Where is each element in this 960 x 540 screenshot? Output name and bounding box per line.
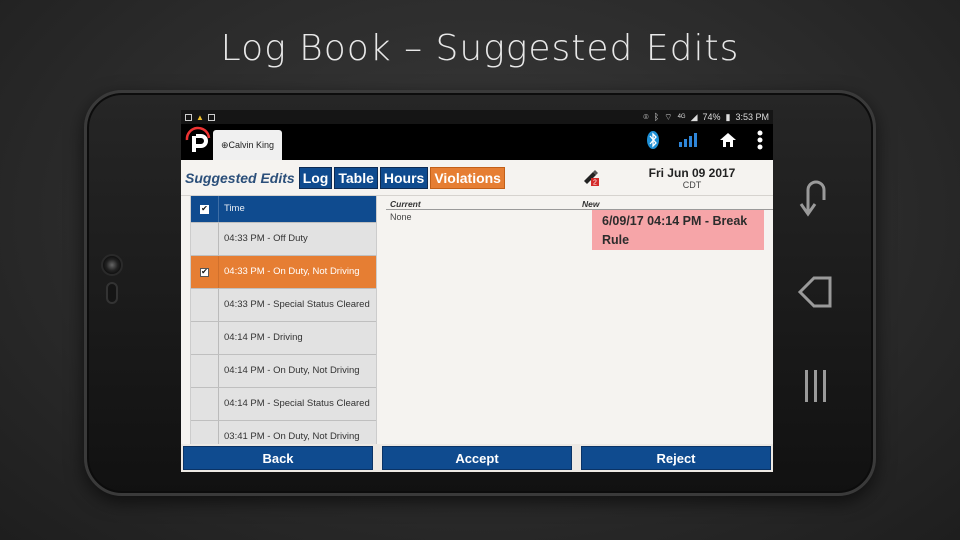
list-header-label: Time	[224, 203, 245, 214]
warning-icon: ▲	[196, 112, 204, 122]
status-bar: ▲ ⌾ ᛒ ⌔ 4G ◢ 74% ▮ 3:53 PM	[181, 110, 773, 124]
table-button[interactable]: Table	[334, 166, 378, 189]
list-item-label: 04:33 PM - Special Status Cleared	[224, 299, 370, 310]
bluetooth-icon[interactable]	[647, 131, 659, 154]
clock: 3:53 PM	[735, 112, 769, 122]
list-item-label: 04:14 PM - On Duty, Not Driving	[224, 365, 360, 376]
copy-icon	[207, 113, 215, 121]
new-value-box: 6/09/17 04:14 PM - Break Rule	[592, 210, 764, 250]
hours-button[interactable]: Hours	[379, 166, 429, 189]
camera-lens	[101, 254, 123, 276]
home-nav-icon[interactable]	[796, 270, 836, 314]
edit-badge: 2	[593, 180, 597, 187]
list-header[interactable]: ✔ Time	[191, 196, 376, 223]
list-item[interactable]: 04:33 PM - Off Duty	[191, 223, 376, 256]
more-vert-icon[interactable]	[757, 130, 763, 155]
location-icon: ⌾	[643, 111, 649, 122]
edit-pen-icon[interactable]: 2	[581, 167, 603, 189]
log-date: Fri Jun 09 2017	[648, 166, 736, 180]
action-bar: Back Accept Reject	[181, 444, 773, 472]
wifi-icon: ⌔	[664, 111, 673, 122]
event-list: ✔ Time 04:33 PM - Off Duty ✔ 04:33 PM - …	[190, 196, 377, 444]
toolbar: Suggested Edits Log Table Hours Violatio…	[181, 160, 773, 196]
home-icon[interactable]	[719, 132, 737, 153]
comparison-header: Current New	[386, 196, 773, 210]
bluetooth-icon: ᛒ	[653, 112, 660, 122]
list-item[interactable]: 04:14 PM - On Duty, Not Driving	[191, 355, 376, 388]
edit-comparison: Current New None 6/09/17 04:14 PM - Brea…	[386, 196, 773, 444]
recent-apps-icon[interactable]	[800, 366, 832, 406]
image-icon	[185, 113, 192, 121]
list-item[interactable]: ✔ 04:33 PM - On Duty, Not Driving	[191, 256, 376, 289]
list-item-label: 04:33 PM - On Duty, Not Driving	[224, 266, 360, 277]
slide-title: Log Book – Suggested Edits	[220, 28, 740, 69]
signal-icon: ◢	[690, 111, 698, 122]
back-nav-icon[interactable]	[796, 176, 836, 220]
date-display: Fri Jun 09 2017 CDT	[637, 166, 747, 190]
battery-icon: ▮	[725, 111, 731, 122]
new-column-label: New	[582, 199, 600, 209]
current-value: None	[390, 212, 412, 222]
list-item-label: 04:14 PM - Driving	[224, 332, 303, 343]
battery-level: 74%	[702, 112, 721, 122]
driver-tab[interactable]: ⊕Calvin King	[213, 130, 283, 160]
timezone: CDT	[682, 180, 702, 190]
violations-button[interactable]: Violations	[430, 166, 505, 189]
accept-button[interactable]: Accept	[382, 446, 572, 470]
network-type: 4G	[677, 114, 686, 120]
list-item-label: 04:33 PM - Off Duty	[224, 233, 308, 244]
select-all-checkbox[interactable]: ✔	[200, 204, 209, 214]
row-checkbox[interactable]: ✔	[200, 267, 209, 277]
content-area: ✔ Time 04:33 PM - Off Duty ✔ 04:33 PM - …	[181, 196, 773, 444]
back-button[interactable]: Back	[183, 446, 373, 470]
list-item[interactable]: 04:14 PM - Driving	[191, 322, 376, 355]
reject-button[interactable]: Reject	[581, 446, 771, 470]
app-logo-icon	[185, 126, 211, 156]
list-item[interactable]: 03:41 PM - On Duty, Not Driving	[191, 421, 376, 444]
current-column-label: Current	[390, 199, 421, 209]
app-screen: ▲ ⌾ ᛒ ⌔ 4G ◢ 74% ▮ 3:53 PM ⊕Calvin King	[181, 110, 773, 472]
list-item-label: 04:14 PM - Special Status Cleared	[224, 398, 370, 409]
page-title: Suggested Edits	[185, 169, 295, 186]
app-bar: ⊕Calvin King	[181, 124, 773, 160]
list-item[interactable]: 04:33 PM - Special Status Cleared	[191, 289, 376, 322]
list-item[interactable]: 04:14 PM - Special Status Cleared	[191, 388, 376, 421]
list-item-label: 03:41 PM - On Duty, Not Driving	[224, 431, 360, 442]
log-button[interactable]: Log	[298, 166, 333, 189]
signal-strength-icon	[679, 133, 699, 152]
proximity-sensor	[106, 282, 118, 304]
